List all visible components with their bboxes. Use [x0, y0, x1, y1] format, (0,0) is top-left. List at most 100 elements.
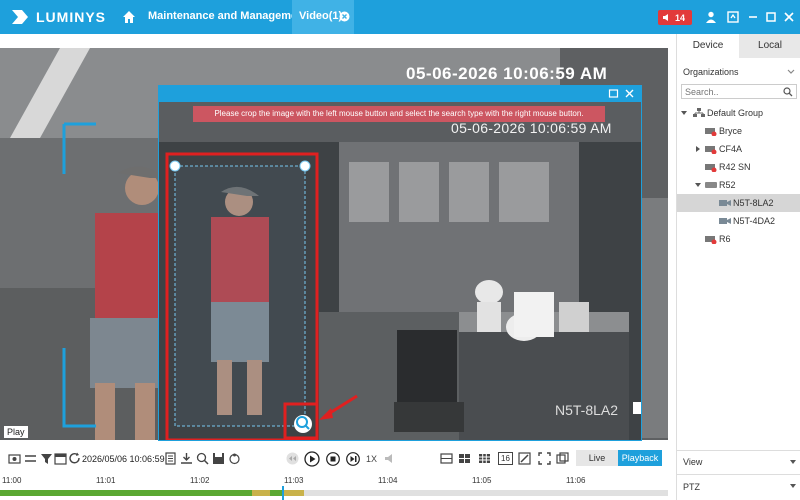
logo-mark-icon [12, 10, 28, 24]
minimize-icon[interactable] [746, 10, 760, 24]
dialog-maximize-icon[interactable] [608, 88, 619, 99]
tree-item-label: Default Group [707, 108, 764, 118]
tree-item-default-group[interactable]: Default Group [677, 104, 800, 122]
event-segment [282, 490, 304, 496]
live-button[interactable]: Live [576, 450, 618, 466]
camera-icon [719, 200, 731, 206]
layout-16-button[interactable]: 16 [498, 452, 513, 465]
dialog-close-icon[interactable] [624, 88, 635, 99]
video-timestamp: 05-06-2026 10:06:59 AM [406, 64, 608, 83]
timeline-tick: 11:04 [378, 476, 398, 485]
download-icon[interactable] [180, 452, 193, 465]
search-icon[interactable] [783, 87, 793, 97]
view-label: View [683, 457, 703, 467]
next-frame-icon[interactable] [346, 452, 360, 466]
calendar-icon[interactable] [54, 452, 67, 465]
close-tab-icon[interactable] [339, 11, 350, 22]
tree-item-n5t-4da2[interactable]: N5T-4DA2 [677, 212, 800, 230]
tree-item-label: R52 [719, 180, 736, 190]
top-bar: LUMINYS Maintenance and Management Video… [0, 0, 800, 34]
ptz-label: PTZ [683, 482, 700, 492]
timeline-cursor[interactable] [282, 486, 284, 500]
expanded-arrow-icon[interactable] [681, 110, 687, 116]
tab-device[interactable]: Device [677, 34, 739, 58]
camera-icon [719, 218, 731, 224]
tree-item-label: R42 SN [719, 162, 751, 172]
zoom-icon[interactable] [196, 452, 209, 465]
timeline-tick: 11:01 [96, 476, 116, 485]
tree-item-label: N5T-8LA2 [733, 198, 774, 208]
timeline-tick: 11:00 [2, 476, 22, 485]
alarm-count: 14 [675, 12, 686, 23]
timeline-tick: 11:03 [284, 476, 304, 485]
timeline-tick: 11:05 [472, 476, 492, 485]
tree-item-label: Bryce [719, 126, 743, 136]
dialog-titlebar[interactable] [159, 86, 641, 102]
nvr-icon [705, 182, 717, 188]
volume-icon[interactable] [384, 452, 397, 465]
play-icon[interactable] [304, 451, 320, 467]
tree-item-n5t-8la2[interactable]: N5T-8LA2 [677, 194, 800, 212]
tree-item-r42-sn[interactable]: R42 SN [677, 158, 800, 176]
stop-icon[interactable] [326, 452, 340, 466]
play-status-label: Play [4, 426, 28, 438]
layout-4-icon[interactable] [458, 452, 471, 465]
tree-item-bryce[interactable]: Bryce [677, 122, 800, 140]
collapsed-arrow-icon[interactable] [695, 146, 701, 152]
snapshot-image[interactable] [159, 102, 641, 440]
right-panel: Device Local Organizations Default Group… [676, 34, 800, 500]
snapshot-icon[interactable] [8, 452, 21, 465]
app-logo: LUMINYS [10, 8, 106, 26]
playback-speed[interactable]: 1X [366, 454, 377, 464]
device-search-input[interactable] [685, 86, 775, 98]
tree-item-r52[interactable]: R52 [677, 176, 800, 194]
device-search-box[interactable] [681, 84, 797, 99]
layout-9-icon[interactable] [478, 452, 491, 465]
expanded-arrow-icon[interactable] [695, 182, 701, 188]
offline-device-icon [705, 236, 717, 244]
maximize-icon[interactable] [764, 10, 778, 24]
window-icon[interactable] [556, 452, 569, 465]
tag-icon[interactable] [228, 452, 241, 465]
save-icon[interactable] [212, 452, 225, 465]
timeline-track[interactable] [0, 490, 668, 496]
chevron-down-icon[interactable] [790, 483, 796, 489]
layout-1-icon[interactable] [440, 452, 453, 465]
tree-item-label: N5T-4DA2 [733, 216, 776, 226]
tab-maintenance-management[interactable]: Maintenance and Management [148, 10, 308, 22]
chevron-down-icon[interactable] [787, 69, 795, 75]
timeline[interactable]: 11:00 11:01 11:02 11:03 11:04 11:05 11:0… [0, 472, 668, 500]
filter-icon[interactable] [40, 452, 53, 465]
tree-item-label: CF4A [719, 144, 743, 154]
event-segment [252, 490, 270, 496]
sync-icon[interactable] [24, 452, 37, 465]
tree-item-cf4a[interactable]: CF4A [677, 140, 800, 158]
lock-screen-icon[interactable] [726, 10, 740, 24]
rewind-icon[interactable] [286, 452, 299, 465]
tab-local[interactable]: Local [739, 34, 800, 58]
refresh-icon[interactable] [68, 452, 81, 465]
view-section[interactable]: View [677, 450, 800, 472]
user-icon[interactable] [704, 10, 718, 24]
home-icon[interactable] [122, 10, 136, 24]
close-icon[interactable] [782, 10, 796, 24]
recording-segment [0, 490, 252, 496]
tree-item-r6[interactable]: R6 [677, 230, 800, 248]
fullscreen-icon[interactable] [538, 452, 551, 465]
offline-device-icon [705, 164, 717, 172]
mark-icon[interactable] [518, 452, 531, 465]
snapshot-timestamp: 05-06-2026 10:06:59 AM [451, 120, 612, 136]
speaker-icon [663, 14, 668, 21]
crop-search-dialog: Please crop the image with the left mous… [158, 85, 642, 441]
tab-video[interactable]: Video(1) [292, 0, 354, 34]
alarm-badge[interactable]: 14 [658, 10, 692, 25]
organizations-title[interactable]: Organizations [683, 67, 739, 77]
playback-datetime[interactable]: 2026/05/06 10:06:59 [82, 454, 165, 464]
chevron-down-icon[interactable] [790, 459, 796, 465]
offline-device-icon [705, 146, 717, 154]
ptz-section[interactable]: PTZ [677, 474, 800, 500]
list-icon[interactable] [164, 452, 177, 465]
offline-device-icon [705, 128, 717, 136]
tab-video-label: Video(1) [299, 10, 343, 22]
playback-button[interactable]: Playback [618, 450, 662, 466]
